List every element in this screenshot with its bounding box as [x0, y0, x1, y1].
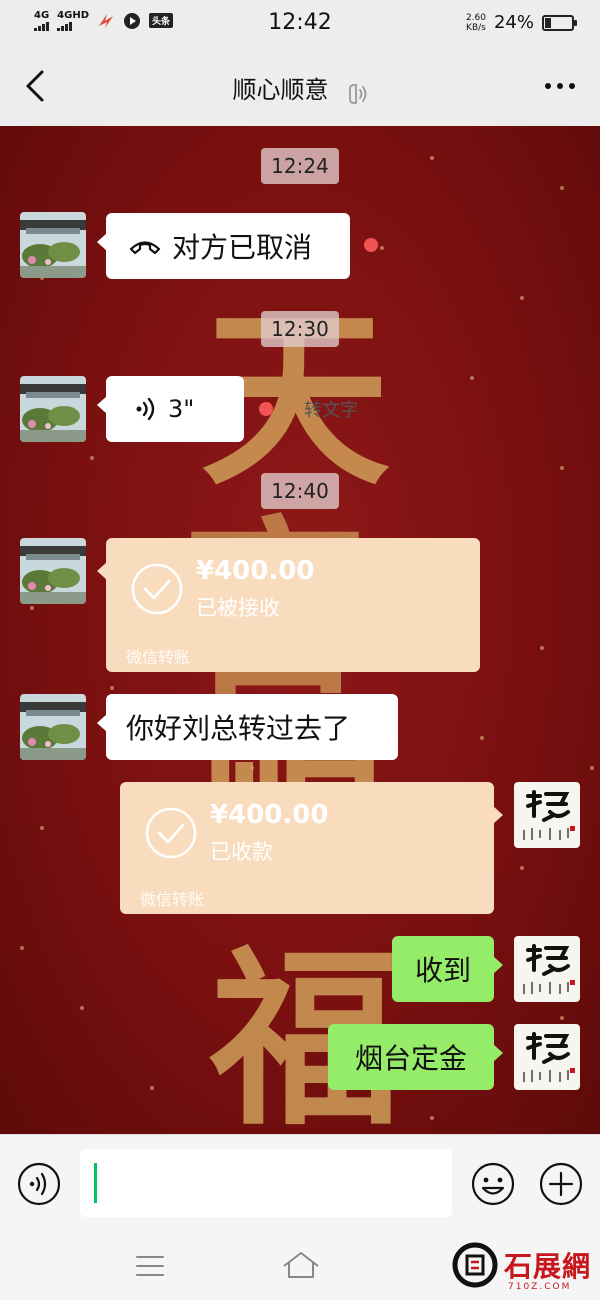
transfer-amount: ¥400.00	[196, 556, 315, 586]
voice-unread-dot	[259, 402, 273, 416]
battery-icon	[542, 14, 577, 31]
battery-percent: 24%	[493, 12, 534, 33]
background-speck	[560, 1016, 564, 1020]
voice-wave-icon	[136, 397, 155, 421]
unread-dot	[364, 238, 378, 252]
transfer-amount: ¥400.00	[210, 800, 329, 830]
my-avatar[interactable]	[514, 936, 580, 1002]
avatar-calligraphy-image	[514, 936, 580, 1002]
sent-text-bubble[interactable]: 烟台定金	[328, 1024, 503, 1090]
avatar[interactable]	[20, 694, 86, 760]
emoji-button[interactable]	[470, 1161, 516, 1207]
title-wrap: 顺心顺意	[0, 70, 600, 105]
call-cancelled-text: 对方已取消	[172, 231, 313, 264]
home-button[interactable]	[280, 1248, 322, 1282]
chat-title: 顺心顺意	[232, 76, 329, 104]
watermark-url: 710Z.COM	[508, 1282, 572, 1292]
sent-text-bubble[interactable]: 收到	[392, 936, 503, 1002]
avatar-calligraphy-image	[514, 782, 580, 848]
transfer-status: 已被接收	[196, 596, 280, 620]
background-speck	[90, 456, 94, 460]
background-speck	[80, 1006, 84, 1010]
text-message: 你好刘总转过去了	[126, 712, 351, 745]
avatar-garden-image	[20, 694, 86, 760]
time-divider: 12:30	[261, 311, 339, 347]
transfer-card[interactable]: ¥400.00 已收款 微信转账	[120, 782, 503, 914]
voice-message-bubble[interactable]: 3"	[97, 376, 244, 442]
avatar-garden-image	[20, 212, 86, 278]
transfer-card[interactable]: ¥400.00 已被接收 微信转账	[97, 538, 480, 672]
background-speck	[520, 296, 524, 300]
background-speck	[20, 946, 24, 950]
avatar-garden-image	[20, 376, 86, 442]
voice-duration: 3"	[168, 395, 195, 423]
transfer-label: 微信转账	[140, 890, 205, 909]
input-bar	[0, 1134, 600, 1230]
sent-text: 烟台定金	[354, 1042, 467, 1075]
watermark-text: 石展網	[504, 1250, 592, 1283]
background-speck	[430, 1116, 434, 1120]
chat-header: 顺心顺意	[0, 48, 600, 126]
time-divider: 12:24	[261, 148, 339, 184]
background-speck	[430, 156, 434, 160]
background-speck	[560, 186, 564, 190]
background-speck	[40, 826, 44, 830]
my-avatar[interactable]	[514, 1024, 580, 1090]
my-avatar[interactable]	[514, 782, 580, 848]
recent-apps-button[interactable]	[134, 1252, 166, 1280]
transfer-label: 微信转账	[126, 648, 191, 667]
background-char-4: 福	[210, 928, 401, 1134]
voice-input-button[interactable]	[16, 1161, 62, 1207]
background-speck	[110, 686, 114, 690]
message-input[interactable]	[80, 1149, 452, 1217]
background-speck	[150, 1086, 154, 1090]
background-speck	[560, 466, 564, 470]
avatar[interactable]	[20, 376, 86, 442]
time-divider: 12:40	[261, 473, 339, 509]
avatar[interactable]	[20, 538, 86, 604]
site-watermark: 石展網 710Z.COM	[452, 1242, 592, 1292]
check-circle-icon	[145, 807, 197, 859]
status-right: 2.60 KB/s 24%	[465, 12, 577, 33]
background-speck	[590, 766, 594, 770]
avatar-garden-image	[20, 538, 86, 604]
background-speck	[470, 376, 474, 380]
avatar[interactable]	[20, 212, 86, 278]
avatar-calligraphy-image	[514, 1024, 580, 1090]
system-nav-bar: 石展網 710Z.COM	[0, 1230, 600, 1300]
call-cancelled-bubble[interactable]: 对方已取消	[97, 213, 350, 279]
earpiece-mode-icon	[348, 83, 366, 104]
text-message-bubble[interactable]: 你好刘总转过去了	[97, 694, 398, 760]
background-speck	[540, 646, 544, 650]
check-circle-icon	[131, 563, 183, 615]
sent-text: 收到	[414, 954, 471, 987]
phone-hangup-icon	[129, 241, 161, 255]
convert-to-text-link[interactable]: 转文字	[304, 396, 358, 422]
text-caret	[94, 1163, 97, 1203]
background-speck	[520, 866, 524, 870]
background-speck	[30, 606, 34, 610]
status-bar: 4G 4GHD 头条 12:42 2.60 KB/s 24%	[0, 0, 600, 48]
network-speed: 2.60 KB/s	[465, 12, 486, 33]
background-speck	[480, 736, 484, 740]
chat-area[interactable]: 天 官 赐 福 12:24 对方已取消 12:30	[0, 126, 600, 1134]
more-options-button[interactable]	[538, 68, 582, 104]
transfer-status: 已收款	[210, 840, 273, 864]
more-functions-button[interactable]	[538, 1161, 584, 1207]
watermark-logo-icon	[452, 1242, 498, 1288]
